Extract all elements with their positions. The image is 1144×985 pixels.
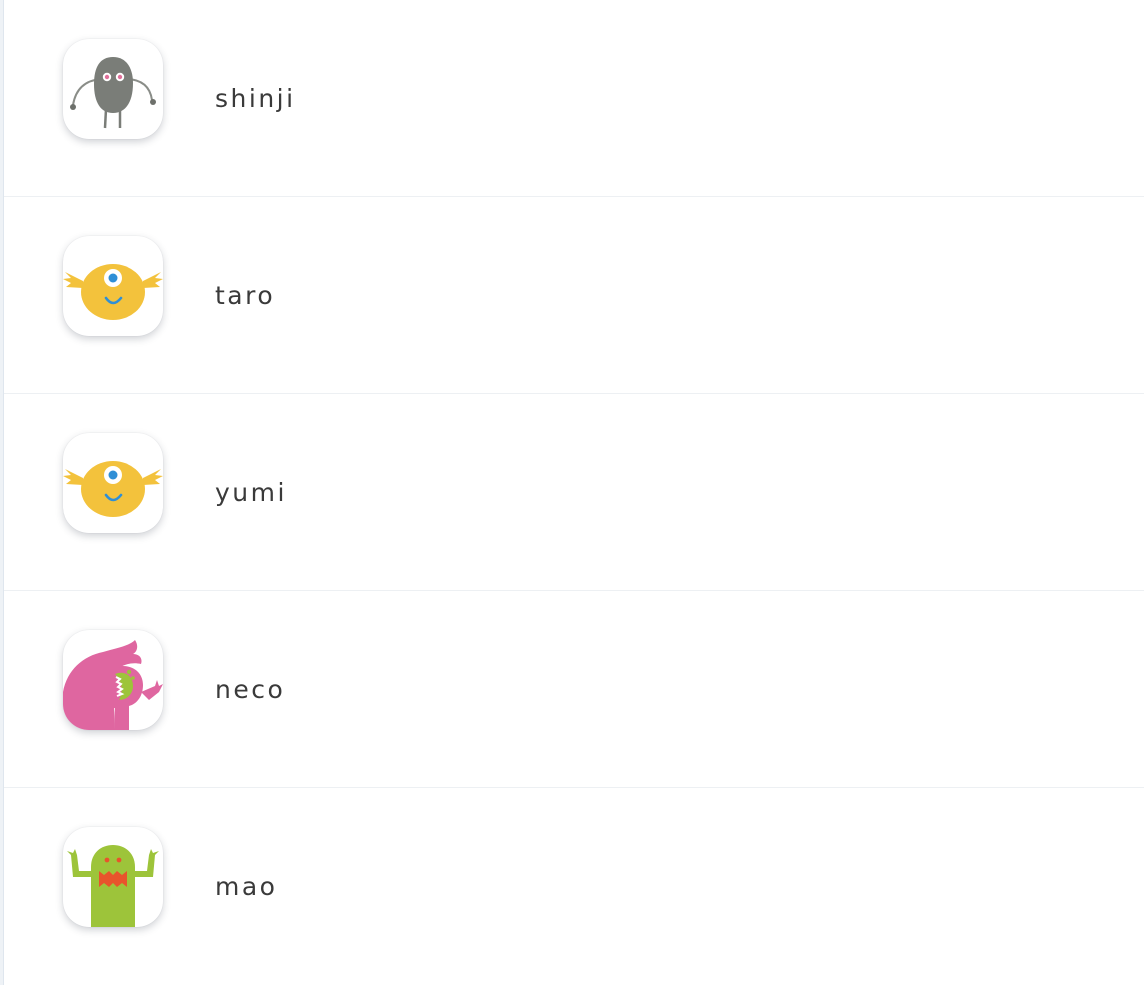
user-list: shinji taro yumi neco mao [3, 0, 1144, 985]
user-row-taro[interactable]: taro [4, 197, 1144, 394]
yellow-cyclops-monster-icon [63, 461, 163, 517]
user-name: yumi [215, 478, 287, 507]
gray-monster-icon [70, 57, 156, 129]
user-name: shinji [215, 84, 296, 113]
user-name: taro [215, 281, 276, 310]
avatar[interactable] [63, 630, 163, 730]
user-row-yumi[interactable]: yumi [4, 394, 1144, 591]
user-row-shinji[interactable]: shinji [4, 0, 1144, 197]
user-row-neco[interactable]: neco [4, 591, 1144, 788]
user-row-mao[interactable]: mao [4, 788, 1144, 985]
green-monster-icon [67, 845, 159, 927]
avatar[interactable] [63, 827, 163, 927]
user-name: mao [215, 872, 278, 901]
user-name: neco [215, 675, 286, 704]
pink-monster-icon [63, 640, 163, 730]
avatar[interactable] [63, 236, 163, 336]
avatar[interactable] [63, 433, 163, 533]
yellow-cyclops-monster-icon [63, 264, 163, 320]
avatar[interactable] [63, 39, 163, 139]
